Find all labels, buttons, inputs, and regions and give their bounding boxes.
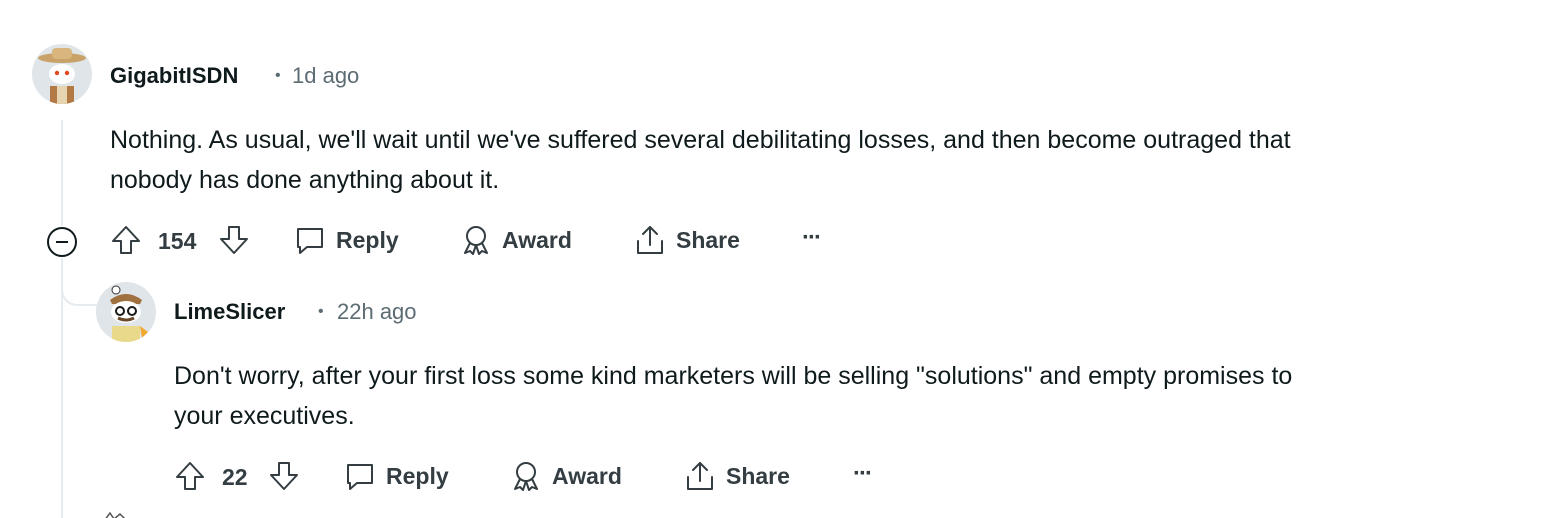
reply-button[interactable]: Reply xyxy=(294,224,399,256)
separator-dot: • xyxy=(318,303,324,320)
award-button[interactable]: Award xyxy=(460,224,572,256)
downvote-arrow-icon[interactable] xyxy=(268,460,300,492)
snoo-avatar-icon xyxy=(32,44,92,104)
share-button[interactable]: Share xyxy=(634,224,740,256)
comment-timestamp[interactable]: 1d ago xyxy=(292,63,359,89)
thread-line-main[interactable] xyxy=(61,120,63,226)
thread-connector xyxy=(61,270,101,306)
share-button[interactable]: Share xyxy=(684,460,790,492)
award-ribbon-icon xyxy=(460,224,492,256)
ellipsis-icon: ··· xyxy=(802,224,822,251)
reply-button[interactable]: Reply xyxy=(344,460,449,492)
speech-bubble-icon xyxy=(344,460,376,492)
speech-bubble-icon xyxy=(294,224,326,256)
vote-count: 22 xyxy=(222,464,248,490)
share-label: Share xyxy=(676,226,740,253)
vote-count: 154 xyxy=(158,228,197,254)
award-label: Award xyxy=(552,462,622,489)
next-comment-avatar-partial xyxy=(100,508,140,518)
avatar[interactable] xyxy=(96,282,156,342)
reply-label: Reply xyxy=(336,226,399,253)
comment-body: Nothing. As usual, we'll wait until we'v… xyxy=(110,120,1530,200)
upvote-arrow-icon[interactable] xyxy=(110,224,142,256)
award-ribbon-icon xyxy=(510,460,542,492)
comment-body: Don't worry, after your first loss some … xyxy=(174,356,1534,436)
award-label: Award xyxy=(502,226,572,253)
more-options-button[interactable]: ··· xyxy=(802,224,822,252)
collapse-minus-icon[interactable] xyxy=(46,226,78,258)
share-upload-icon xyxy=(684,460,716,492)
comment-timestamp[interactable]: 22h ago xyxy=(337,299,417,325)
comment-body-line: nobody has done anything about it. xyxy=(110,166,500,194)
reply-label: Reply xyxy=(386,462,449,489)
snoo-avatar-icon xyxy=(96,282,156,342)
comment-body-line: Nothing. As usual, we'll wait until we'v… xyxy=(110,126,1291,154)
avatar[interactable] xyxy=(32,44,92,104)
comment-username[interactable]: LimeSlicer xyxy=(174,299,285,325)
comment-body-line: Don't worry, after your first loss some … xyxy=(174,362,1293,390)
more-options-button[interactable]: ··· xyxy=(853,460,873,488)
ellipsis-icon: ··· xyxy=(853,460,873,487)
share-upload-icon xyxy=(634,224,666,256)
downvote-arrow-icon[interactable] xyxy=(218,224,250,256)
share-label: Share xyxy=(726,462,790,489)
comment-username[interactable]: GigabitISDN xyxy=(110,63,238,89)
award-button[interactable]: Award xyxy=(510,460,622,492)
upvote-arrow-icon[interactable] xyxy=(174,460,206,492)
comment-body-line: your executives. xyxy=(174,402,355,430)
separator-dot: • xyxy=(275,67,281,84)
